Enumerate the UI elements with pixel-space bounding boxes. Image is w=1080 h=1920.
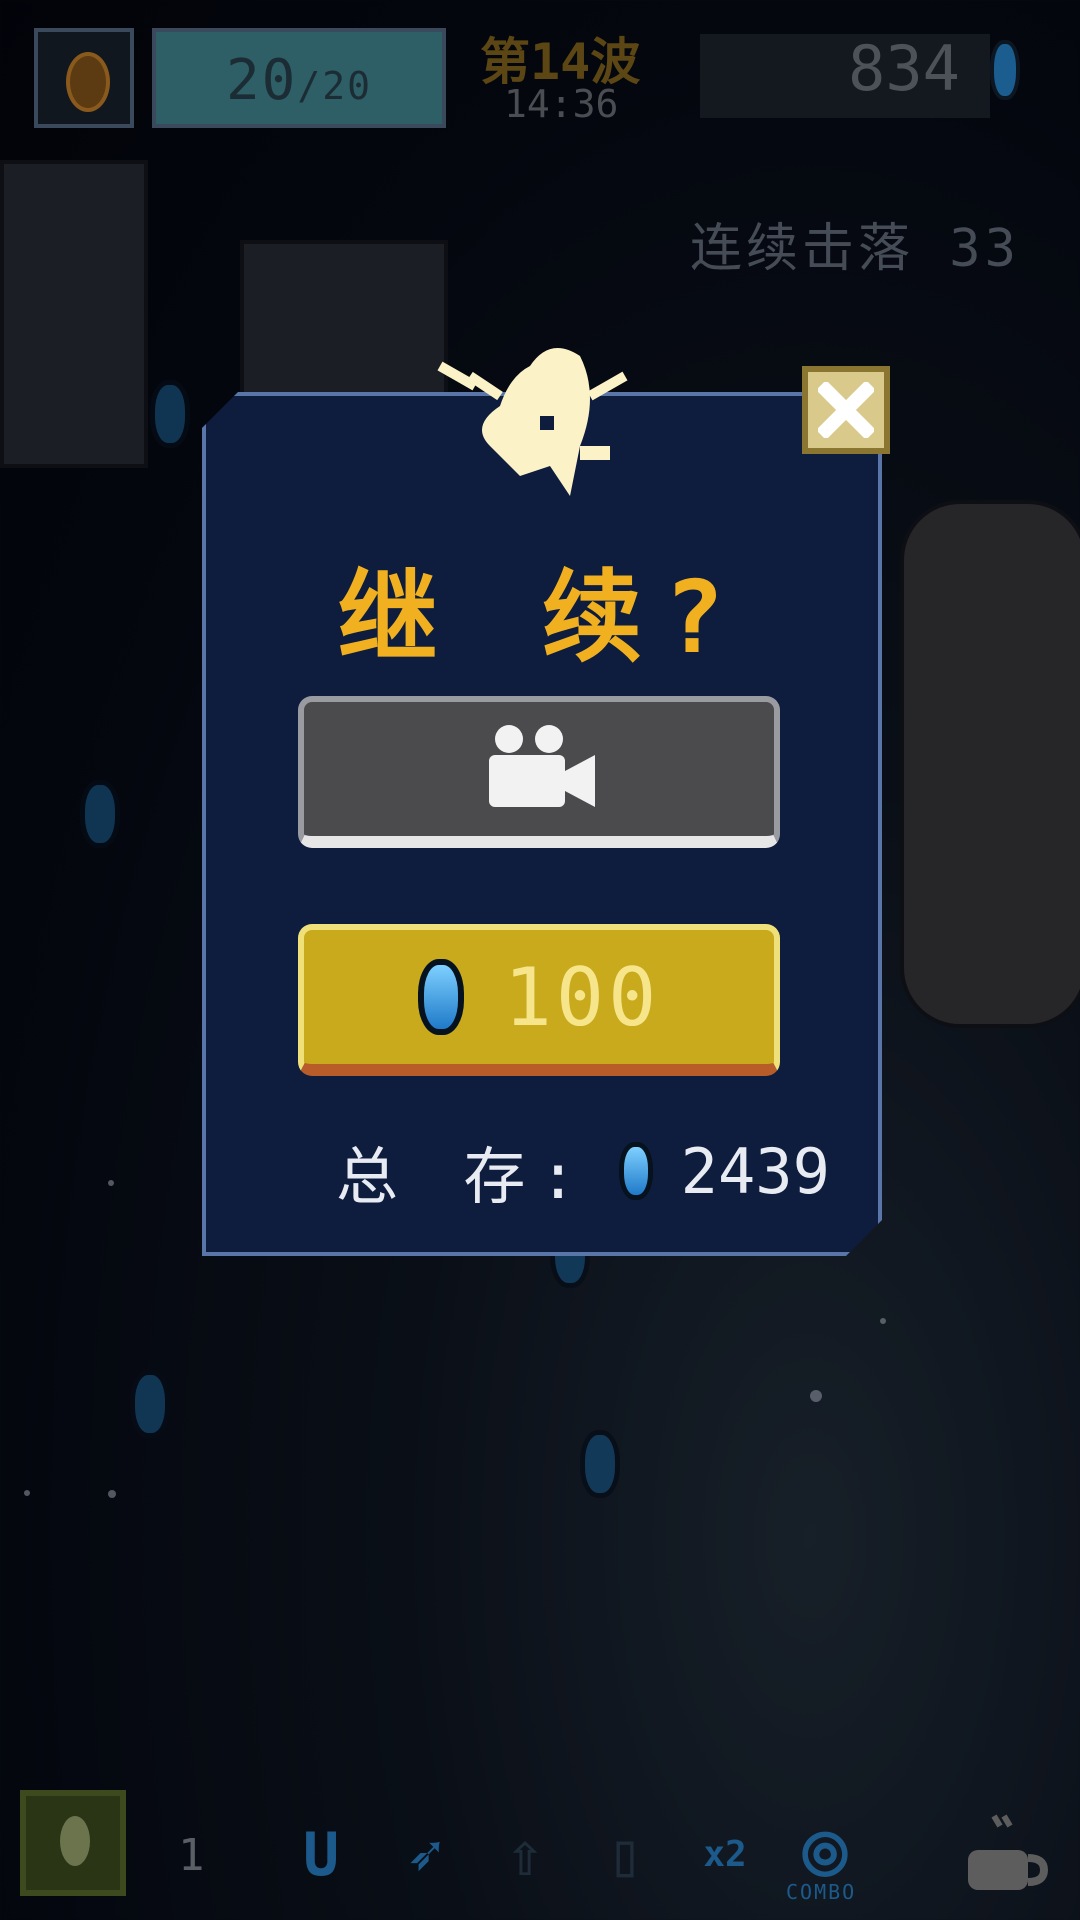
dialog-title: 继 续? xyxy=(337,559,747,676)
gem-icon xyxy=(990,40,1020,100)
total-gems-value: 2439 xyxy=(680,1134,830,1208)
x2-icon: x2 xyxy=(703,1834,747,1875)
close-icon xyxy=(818,382,874,438)
score-value: 834 xyxy=(848,32,960,105)
ghost-emblem-icon xyxy=(437,348,628,496)
pay-gems-button[interactable]: 100 xyxy=(298,924,780,1076)
video-camera-icon xyxy=(489,725,595,807)
close-button[interactable] xyxy=(802,366,890,454)
bomb-count: 1 xyxy=(178,1830,205,1881)
combo-label: COMBO xyxy=(786,1880,857,1904)
combo-kill-counter: 连续击落 33 xyxy=(690,219,1020,279)
gem-icon xyxy=(417,959,464,1035)
shield-up-icon: ⇧ xyxy=(506,1820,544,1890)
tank-icon: ▯ xyxy=(606,1820,644,1890)
watch-video-button[interactable] xyxy=(298,696,780,848)
timer: 14:36 xyxy=(504,82,619,126)
gem-price: 100 xyxy=(503,950,661,1044)
magnet-icon: U xyxy=(302,1820,340,1890)
bomb-button[interactable] xyxy=(20,1790,126,1896)
bomb-icon xyxy=(60,1816,90,1866)
bottom-bar: 1 U ➶ ⇧ ▯ x2 ⦾ COMBO xyxy=(0,1780,1080,1920)
health-max: /20 xyxy=(297,64,373,108)
health-value: 20 xyxy=(225,48,298,113)
gem-icon xyxy=(618,1142,653,1200)
coffee-pause-icon[interactable] xyxy=(960,1810,1048,1898)
total-gems: 总 存: 2439 xyxy=(336,1126,830,1216)
wing-icon: ➶ xyxy=(406,1820,444,1890)
shield-slot xyxy=(34,28,134,128)
health-text: 20/20 xyxy=(156,48,442,113)
health-bar: 20/20 xyxy=(152,28,446,128)
shield-icon xyxy=(66,52,110,112)
total-label: 总 存: xyxy=(336,1140,591,1213)
